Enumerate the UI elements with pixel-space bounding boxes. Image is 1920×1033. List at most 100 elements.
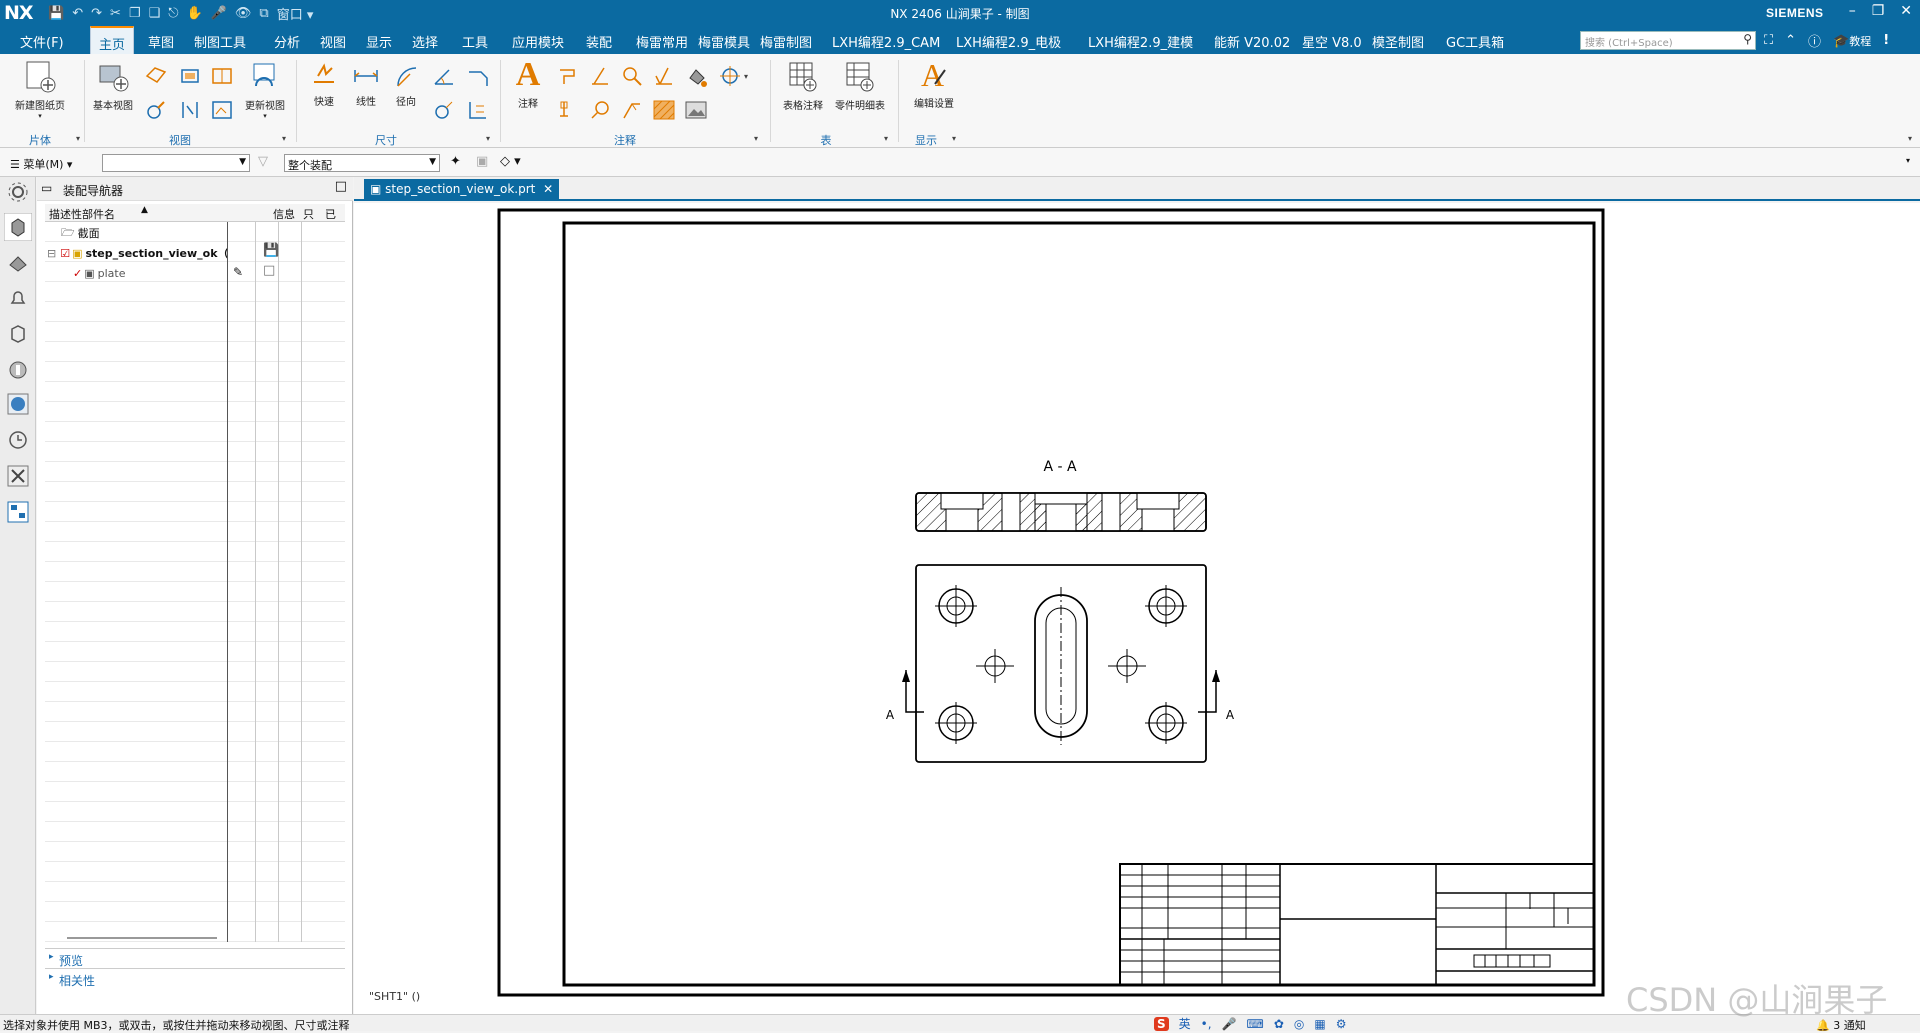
repeat-command-icon[interactable]: ⎋ [168, 6, 178, 21]
alert-icon[interactable]: ! [1883, 33, 1889, 48]
snap-point-icon[interactable]: ✦ [450, 154, 461, 169]
feature-control-frame-icon[interactable] [556, 64, 580, 88]
minimize-button[interactable]: – [1849, 3, 1856, 19]
menu-item-2[interactable]: 草图 [148, 32, 174, 51]
command-search[interactable]: 搜索 (Ctrl+Space) ⚲ [1580, 31, 1756, 50]
menu-item-17[interactable]: 能新 V20.02 [1214, 32, 1290, 51]
bar-options-icon[interactable]: ▾ [1906, 156, 1910, 165]
filter-icon[interactable]: ▽ [258, 154, 268, 169]
menu-item-4[interactable]: 分析 [274, 32, 300, 51]
ordinate-dimension-icon[interactable] [466, 98, 490, 122]
hd3d-tools-icon[interactable] [7, 359, 29, 381]
rapid-dimension-button[interactable]: 快速 [304, 62, 344, 108]
reuse-library-icon[interactable] [7, 323, 29, 345]
surface-finish-icon[interactable] [652, 64, 676, 88]
tab-step-section-view[interactable]: ▣ step_section_view_ok.prt ✕ [364, 179, 560, 201]
parts-list-button[interactable]: 零件明细表 [830, 60, 890, 112]
list-item[interactable]: ✓ ▣ plate [73, 263, 126, 283]
balloon-icon[interactable] [588, 98, 612, 122]
menu-item-19[interactable]: 模圣制图 [1372, 32, 1424, 51]
menu-button[interactable]: ☰ 菜单(M) ▾ [10, 156, 72, 172]
scrollbar[interactable] [67, 937, 217, 939]
datum-target-icon[interactable] [556, 98, 580, 122]
menu-item-10[interactable]: 装配 [586, 32, 612, 51]
punctuation-icon[interactable]: •, [1201, 1017, 1212, 1031]
menu-item-20[interactable]: GC工具箱 [1446, 32, 1504, 51]
menu-item-18[interactable]: 星空 V8.0 [1302, 32, 1362, 51]
thickness-dimension-icon[interactable] [432, 98, 456, 122]
detail-view-icon[interactable] [178, 64, 202, 88]
col-readonly-header[interactable]: 只 [303, 206, 314, 222]
table-note-button[interactable]: 表格注释 [776, 60, 830, 112]
history-icon[interactable] [7, 429, 29, 451]
part-navigator-icon[interactable] [7, 251, 29, 273]
restore-button[interactable]: ❐ [1872, 3, 1885, 19]
menu-item-7[interactable]: 选择 [412, 32, 438, 51]
broken-view-icon[interactable] [178, 98, 202, 122]
edit-settings-button[interactable]: A 编辑设置 [906, 58, 962, 110]
collapse-icon[interactable]: ⊟ [47, 247, 56, 260]
base-view-button[interactable]: 基本视图 [88, 60, 138, 112]
keyboard-icon[interactable]: ⌨ [1247, 1017, 1264, 1031]
selection-scope-combo[interactable]: 整个装配 ▼ [284, 154, 440, 172]
new-sheet-button[interactable]: 新建图纸页 ▾ [10, 60, 70, 120]
undo-icon[interactable]: ↶ [72, 6, 83, 21]
symbol-search-icon[interactable] [620, 64, 644, 88]
menu-item-6[interactable]: 显示 [366, 32, 392, 51]
sogou-logo-icon[interactable]: S [1154, 1016, 1169, 1031]
assembly-navigator-icon[interactable] [4, 213, 32, 241]
switch-window-icon[interactable]: ⧉ [259, 6, 268, 21]
window-menu[interactable]: 窗口 ▾ [277, 4, 314, 23]
menu-item-13[interactable]: 梅雷制图 [760, 32, 812, 51]
broadcast-icon[interactable]: 👁 [235, 6, 252, 21]
hatch-icon[interactable] [652, 98, 676, 122]
col-name-header[interactable]: 描述性部件名 [49, 206, 115, 222]
skin-icon[interactable]: ✿ [1274, 1017, 1284, 1031]
notifications-icon[interactable] [7, 287, 29, 309]
graphics-window[interactable]: A - A A A "SHT1" () [354, 203, 1920, 1014]
collapse-ribbon-icon[interactable]: ⌃ [1785, 33, 1796, 48]
ime-language[interactable]: 英 [1179, 1015, 1191, 1032]
list-item[interactable]: 🗁 截面 [61, 223, 100, 243]
center-mark-icon[interactable] [718, 64, 742, 88]
touch-mode-icon[interactable]: ✋ [187, 6, 203, 21]
radial-dimension-button[interactable]: 径向 [386, 62, 426, 108]
cut-icon[interactable]: ✂ [110, 6, 121, 21]
menu-item-11[interactable]: 梅雷常用 [636, 32, 688, 51]
menu-item-16[interactable]: LXH编程2.9_建模 [1088, 32, 1193, 51]
linear-dimension-button[interactable]: 线性 [346, 62, 386, 108]
redo-icon[interactable]: ↷ [91, 6, 102, 21]
menu-item-12[interactable]: 梅雷模具 [698, 32, 750, 51]
datum-feature-icon[interactable] [588, 64, 612, 88]
selection-intent-icon[interactable]: ◇ ▾ [500, 154, 521, 169]
help-icon[interactable]: ⓘ [1808, 31, 1821, 50]
chamfer-dimension-icon[interactable] [466, 64, 490, 88]
col-modified-header[interactable]: 已 [325, 206, 336, 222]
projected-view-icon[interactable] [144, 64, 168, 88]
menu-item-15[interactable]: LXH编程2.9_电极 [956, 32, 1061, 51]
fullscreen-icon[interactable]: ⛶ [1764, 33, 1773, 48]
process-studio-icon[interactable] [7, 465, 29, 487]
file-menu[interactable]: 文件(F) [20, 32, 64, 51]
save-icon[interactable]: 💾 [48, 6, 64, 21]
col-info-header[interactable]: 信息 [273, 206, 295, 222]
weld-symbol-icon[interactable] [620, 98, 644, 122]
ime-settings-icon[interactable]: ⚙ [1336, 1017, 1347, 1031]
menu-item-8[interactable]: 工具 [462, 32, 488, 51]
check-icon[interactable]: ✓ [73, 267, 82, 280]
dependencies-section[interactable]: ▸ 相关性 [45, 968, 345, 988]
image-icon[interactable] [684, 98, 708, 122]
menu-item-14[interactable]: LXH编程2.9_CAM [832, 32, 940, 51]
menu-item-3[interactable]: 制图工具 [194, 32, 246, 51]
select-options-icon[interactable]: ▣ [476, 154, 488, 169]
settings-icon[interactable] [7, 181, 29, 203]
web-browser-icon[interactable] [7, 393, 29, 415]
menu-item-1[interactable]: 主页 [90, 26, 135, 54]
list-item[interactable]: ⊟ ☑ ▣ step_section_view_ok（顺... [47, 243, 227, 263]
menu-item-5[interactable]: 视图 [320, 32, 346, 51]
angular-dimension-icon[interactable] [432, 64, 456, 88]
note-button[interactable]: A 注释 [506, 58, 550, 111]
microphone-icon[interactable]: 🎤 [211, 6, 227, 21]
menu-item-9[interactable]: 应用模块 [512, 32, 564, 51]
section-view-icon[interactable] [210, 64, 234, 88]
